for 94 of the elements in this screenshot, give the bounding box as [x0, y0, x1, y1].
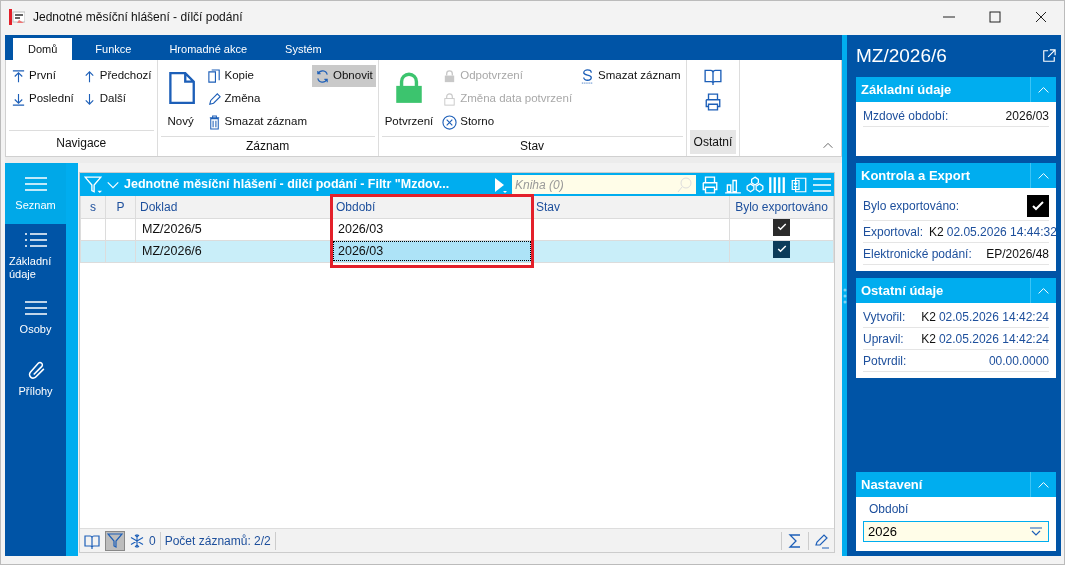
play-icon	[492, 176, 508, 193]
spreadsheet-icon	[790, 175, 808, 194]
ribbon-button[interactable]: Smazat záznam	[577, 65, 684, 87]
refresh-icon	[315, 68, 330, 84]
column-header[interactable]: Bylo exportováno	[729, 196, 834, 218]
ribbon-button[interactable]: Potvrzení	[380, 65, 438, 137]
snowflake-icon	[129, 532, 145, 549]
pencil-icon	[813, 532, 831, 549]
printer-icon	[700, 175, 720, 194]
pencil-icon	[206, 91, 222, 107]
period-field[interactable]: 2026	[863, 521, 1049, 542]
play-button[interactable]	[492, 176, 508, 193]
book-icon	[83, 532, 101, 549]
field-label: Vytvořil:	[863, 308, 906, 326]
section-title: Kontrola a Export	[861, 166, 971, 185]
ribbon-group-label: Záznam	[160, 136, 375, 156]
ribbon-group-label: Stav	[381, 136, 683, 156]
app-logo-icon	[9, 9, 25, 25]
field-value: 2026/03	[1005, 107, 1049, 125]
cubes-icon	[746, 175, 764, 194]
field-label: Bylo exportováno:	[863, 197, 960, 215]
lock-icon	[442, 91, 458, 107]
window-title: Jednotné měsíční hlášení - dílčí podání	[33, 9, 243, 26]
ribbon-button[interactable]: Další	[78, 88, 155, 110]
user-code: K2	[929, 223, 944, 241]
section-title: Nastavení	[861, 475, 923, 494]
list-icon	[23, 175, 48, 194]
ribbon-group-label: Navigace	[9, 130, 154, 154]
table-cell	[80, 240, 106, 262]
minimize-icon	[943, 16, 955, 18]
filter-button[interactable]	[105, 530, 125, 551]
ribbon-button[interactable]: Změna	[203, 88, 310, 110]
column-header[interactable]: P	[105, 196, 136, 218]
ribbon-button[interactable]: Smazat záznam	[203, 111, 310, 133]
search-icon	[677, 177, 693, 193]
field-label: Exportoval:	[863, 223, 924, 241]
ribbon-tab[interactable]: Systém	[270, 38, 337, 60]
popout-button[interactable]	[1042, 49, 1056, 63]
field-label: Elektronické podání:	[863, 245, 972, 263]
column-header[interactable]: s	[80, 196, 106, 218]
timestamp: 02.05.2026 14:42:24	[938, 308, 1049, 326]
dropdown-icon	[1029, 526, 1043, 538]
grid-title: Jednotné měsíční hlášení - dílčí podání - Filtr "Mzdov...	[124, 176, 450, 194]
timestamp: 02.05.2026 14:42:24	[938, 330, 1049, 348]
columns-icon	[768, 175, 786, 194]
user-code: K2	[921, 330, 936, 348]
ribbon-button[interactable]: Storno	[439, 111, 576, 133]
frozen-count: 0	[149, 532, 156, 550]
ribbon-tab[interactable]: Domů	[13, 38, 73, 60]
arrow-up-icon	[11, 68, 26, 84]
section-title: Základní údaje	[861, 80, 952, 99]
section-title: Ostatní údaje	[861, 281, 944, 300]
field-label: Období	[868, 501, 910, 518]
field-value: 00.00.0000	[988, 352, 1049, 370]
user-code: K2	[921, 308, 936, 326]
close-icon	[1034, 10, 1048, 24]
field-label: Mzdové období:	[863, 107, 949, 125]
checkbox[interactable]	[1027, 194, 1049, 217]
ribbon-button[interactable]: Obnovit	[312, 65, 376, 87]
ribbon-group-label: Ostatní	[689, 130, 737, 154]
arrow-down-icon	[11, 91, 26, 107]
table-cell	[105, 218, 136, 240]
ribbon-button[interactable]: Kopie	[203, 65, 310, 87]
ribbon-button[interactable]: Nový	[159, 65, 202, 137]
ribbon-button[interactable]: Poslední	[8, 88, 77, 110]
ribbon-button[interactable]: Předchozí	[78, 65, 155, 87]
field-label: Potvrdil:	[863, 352, 907, 370]
table-cell	[80, 218, 106, 240]
letter-s-icon	[580, 68, 596, 84]
cancel-icon	[442, 114, 458, 130]
list-icon	[23, 299, 48, 318]
record-count: Počet záznamů: 2/2	[164, 532, 271, 550]
menu-icon	[812, 175, 832, 194]
search-field[interactable]: Kniha (0)	[512, 175, 696, 194]
record-title: MZ/2026/6	[856, 43, 947, 68]
filter-icon	[107, 532, 123, 549]
column-header[interactable]: Doklad	[135, 196, 332, 218]
bulleted-list-icon	[23, 230, 48, 249]
column-header[interactable]: Období	[331, 196, 532, 218]
table-cell: 2026/03	[331, 240, 532, 262]
field-value: EP/2026/48	[986, 245, 1049, 263]
ribbon-button[interactable]: První	[8, 65, 77, 87]
table-cell: MZ/2026/6	[135, 240, 332, 262]
popout-icon	[1042, 49, 1056, 63]
ribbon-tab[interactable]: Funkce	[80, 38, 147, 60]
field-label: Upravil:	[863, 330, 904, 348]
splitter-handle-icon	[842, 287, 847, 304]
ribbon-tab[interactable]: Hromadné akce	[154, 38, 263, 60]
copy-icon	[206, 68, 222, 84]
filter-icon	[84, 175, 102, 194]
maximize-icon	[988, 10, 1002, 24]
book-icon	[702, 67, 723, 85]
column-header[interactable]: Stav	[531, 196, 730, 218]
paperclip-icon	[26, 361, 45, 380]
